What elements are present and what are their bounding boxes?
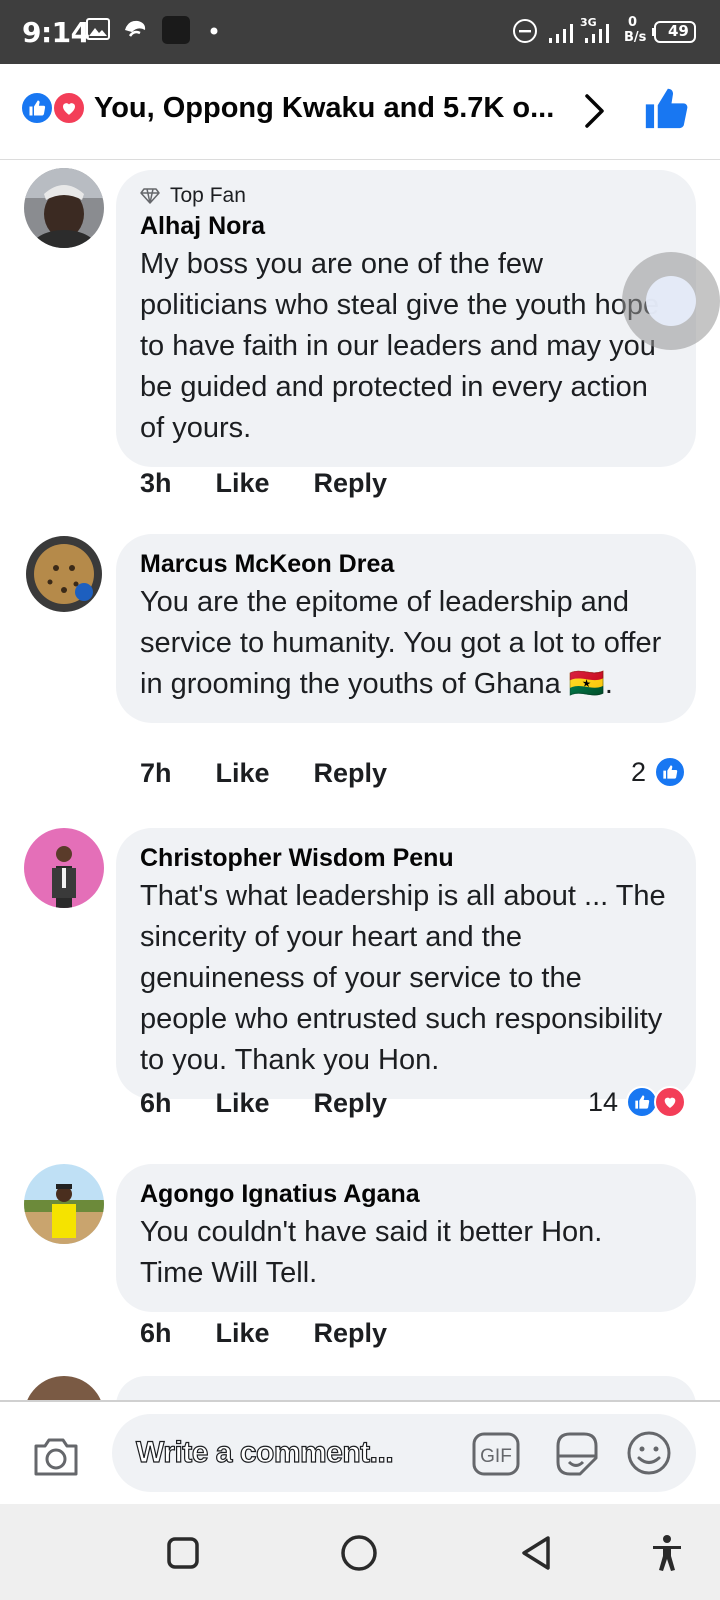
like-button[interactable]: Like	[216, 1088, 270, 1119]
comment-placeholder: Write a comment...	[135, 1435, 394, 1469]
avatar[interactable]	[24, 1164, 104, 1244]
sticker-icon[interactable]	[552, 1428, 600, 1478]
comment-text: That's what leadership is all about ... …	[140, 880, 666, 1076]
back-triangle-icon[interactable]	[518, 1534, 554, 1572]
diamond-icon	[140, 188, 160, 204]
comment-bubble[interactable]: Agongo Ignatius Agana You couldn't have …	[116, 1164, 696, 1312]
comment-actions: 3h Like Reply	[140, 468, 431, 499]
comment-actions: 7h Like Reply	[140, 758, 431, 789]
like-button[interactable]: Like	[216, 1318, 270, 1349]
avatar[interactable]	[24, 1376, 104, 1400]
comment-time: 6h	[140, 1318, 172, 1348]
dnd-icon	[513, 19, 537, 43]
reactions-summary[interactable]: You, Oppong Kwaku and 5.7K o...	[94, 92, 564, 125]
reactions-header[interactable]: You, Oppong Kwaku and 5.7K o...	[0, 64, 720, 160]
top-fan-badge: Top Fan	[140, 184, 672, 208]
floating-assistive-button[interactable]	[622, 252, 720, 350]
camera-icon[interactable]	[32, 1434, 80, 1478]
square-nav-icon[interactable]	[166, 1536, 200, 1570]
status-time: 9:14	[22, 16, 90, 49]
circle-nav-icon[interactable]	[340, 1534, 378, 1572]
comment-bubble[interactable]	[116, 1376, 696, 1400]
comment-actions: 6h Like Reply	[140, 1088, 431, 1119]
notification-dot-icon	[210, 27, 218, 35]
reply-button[interactable]: Reply	[314, 758, 388, 789]
comment-composer: Write a comment... GIF	[0, 1400, 720, 1504]
like-reaction-icon	[654, 756, 686, 788]
comment-bubble[interactable]: Marcus McKeon Drea You are the epitome o…	[116, 534, 696, 723]
reply-button[interactable]: Reply	[314, 1318, 388, 1349]
comment-actions: 6h Like Reply	[140, 1318, 431, 1349]
gallery-icon	[86, 18, 110, 40]
reaction-count[interactable]: 14	[588, 1086, 686, 1118]
badge-label: Top Fan	[170, 184, 246, 207]
comment-time: 7h	[140, 758, 172, 788]
avatar[interactable]	[24, 828, 104, 908]
like-button[interactable]: Like	[216, 468, 270, 499]
comment-text: You couldn't have said it better Hon. Ti…	[140, 1216, 603, 1289]
battery-level: 49	[668, 22, 689, 40]
system-nav-bar	[0, 1504, 720, 1600]
gif-icon[interactable]: GIF	[472, 1432, 520, 1476]
avatar[interactable]	[24, 168, 104, 248]
comment-input[interactable]: Write a comment... GIF	[112, 1414, 696, 1492]
comment-author[interactable]: Alhaj Nora	[140, 210, 672, 242]
app-icon	[125, 20, 146, 37]
comment-time: 3h	[140, 468, 172, 498]
like-reaction-icon	[20, 91, 54, 125]
speed-value: 0	[628, 15, 638, 30]
comment-item-partial	[0, 1376, 720, 1400]
comment-bubble[interactable]: Christopher Wisdom Penu That's what lead…	[116, 828, 696, 1099]
accessibility-icon[interactable]	[650, 1534, 684, 1572]
app-square-icon	[162, 16, 190, 44]
svg-text:GIF: GIF	[480, 1446, 512, 1467]
comment-author[interactable]: Agongo Ignatius Agana	[140, 1178, 672, 1210]
comment-text: You are the epitome of leadership and se…	[140, 586, 662, 700]
comment-bubble[interactable]: Top Fan Alhaj Nora My boss you are one o…	[116, 170, 696, 467]
speed-unit: B/s	[624, 30, 647, 45]
comment-text: My boss you are one of the few politicia…	[140, 248, 660, 444]
comment-time: 6h	[140, 1088, 172, 1118]
thumbs-up-icon[interactable]	[644, 86, 688, 130]
signal-2-icon	[585, 24, 609, 43]
comment-author[interactable]: Christopher Wisdom Penu	[140, 842, 672, 874]
reply-button[interactable]: Reply	[314, 468, 388, 499]
signal-icon	[549, 24, 573, 43]
emoji-icon[interactable]	[626, 1430, 672, 1476]
love-reaction-icon	[654, 1086, 686, 1118]
like-button[interactable]: Like	[216, 758, 270, 789]
reaction-count-value: 14	[587, 1086, 618, 1117]
status-bar: 9:14 3G 0 B/s 49	[0, 0, 720, 64]
comment-author[interactable]: Marcus McKeon Drea	[140, 548, 672, 580]
love-reaction-icon	[52, 91, 86, 125]
reaction-count[interactable]: 2	[631, 756, 686, 788]
chevron-right-icon[interactable]	[582, 92, 608, 130]
reaction-count-value: 2	[630, 756, 646, 787]
avatar[interactable]	[24, 534, 104, 614]
reply-button[interactable]: Reply	[314, 1088, 388, 1119]
